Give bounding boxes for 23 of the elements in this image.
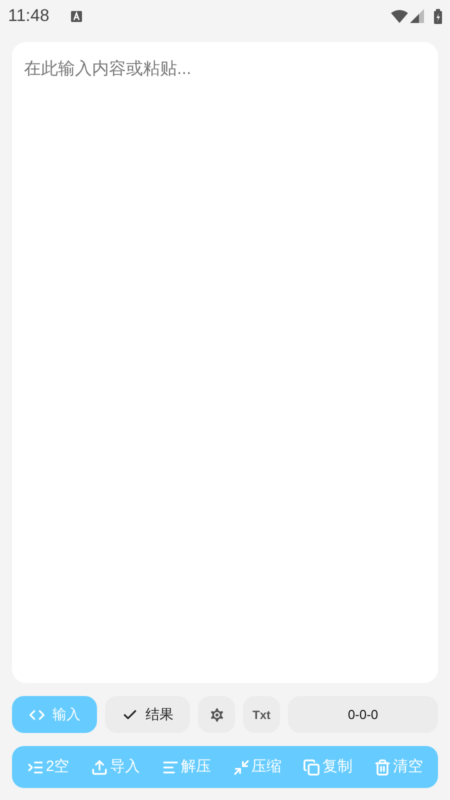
compress-icon [232, 758, 250, 776]
toolbar-button[interactable]: 复制 [303, 756, 352, 778]
align-left-icon [162, 758, 179, 776]
copy-icon [303, 758, 320, 776]
signal-icon [410, 9, 424, 23]
mode-tab[interactable]: 输入 [12, 696, 97, 733]
keyboard-app-icon [71, 10, 82, 22]
trash-icon [374, 758, 392, 776]
settings-button[interactable] [198, 696, 235, 733]
content-input-field[interactable]: 在此输入内容或粘贴... [12, 42, 438, 683]
status-time: 11:48 [8, 5, 50, 28]
indent-icon [26, 758, 44, 776]
mode-tab[interactable]: 结果 [105, 696, 190, 733]
battery-icon [434, 8, 442, 24]
toolbar-button[interactable]: 导入 [90, 756, 140, 778]
upload-icon [90, 758, 108, 776]
toolbar-button[interactable]: 解压 [162, 756, 211, 778]
format-button[interactable]: Txt [243, 696, 280, 733]
toolbar-button[interactable]: 2空 [26, 756, 70, 778]
toolbar-button[interactable]: 压缩 [232, 756, 282, 778]
character-counter: 0-0-0 [288, 696, 438, 733]
wifi-icon [391, 10, 408, 22]
toolbar-button[interactable]: 清空 [374, 756, 424, 778]
